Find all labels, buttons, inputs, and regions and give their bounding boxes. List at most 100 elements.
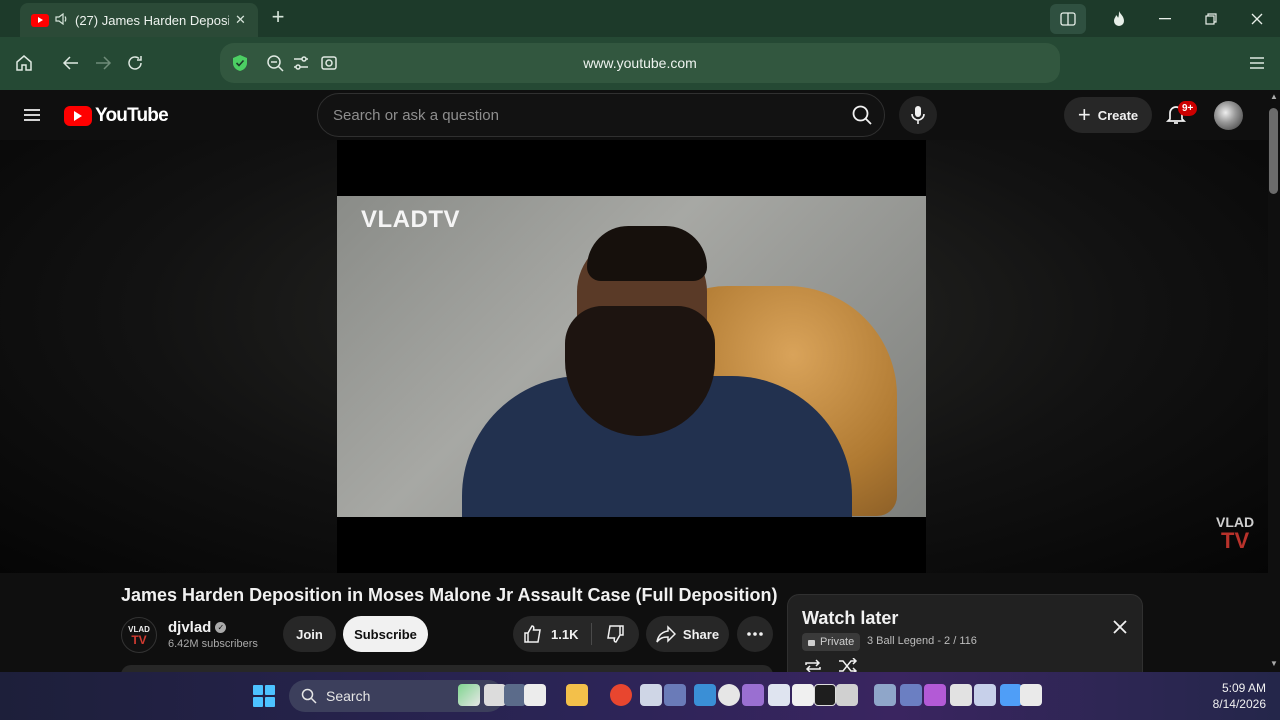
tab-close-icon[interactable]: ✕ xyxy=(235,12,246,28)
create-label: Create xyxy=(1097,107,1139,123)
home-icon[interactable] xyxy=(11,50,37,76)
watch-later-panel: Watch later Private 3 Ball Legend - 2 / … xyxy=(787,594,1143,675)
start-windows-icon[interactable] xyxy=(250,682,278,710)
app-icon-14[interactable] xyxy=(924,684,946,706)
file-explorer-icon[interactable] xyxy=(566,684,588,706)
plus-icon: + xyxy=(1077,102,1091,127)
app-icon-4[interactable] xyxy=(664,684,686,706)
account-avatar[interactable] xyxy=(1214,101,1243,130)
more-dots-icon xyxy=(747,632,763,636)
lock-icon xyxy=(808,640,815,646)
reload-icon[interactable] xyxy=(122,50,148,76)
video-watermark: VLADTV xyxy=(361,206,460,233)
sidebar-toggle-icon[interactable] xyxy=(1050,3,1086,34)
more-actions-button[interactable] xyxy=(737,616,773,652)
playlist-position: 3 Ball Legend - 2 / 116 xyxy=(867,635,977,647)
back-icon[interactable] xyxy=(58,50,84,76)
restore-icon[interactable] xyxy=(1188,0,1234,37)
close-window-icon[interactable] xyxy=(1234,0,1280,37)
video-frame[interactable]: VLADTV xyxy=(337,196,926,517)
app-icon-11[interactable] xyxy=(836,684,858,706)
guide-menu-icon[interactable] xyxy=(22,105,42,125)
taskbar-clock[interactable]: 5:09 AM 8/14/2026 xyxy=(1196,680,1266,712)
channel-avatar-bottom: TV xyxy=(131,633,147,647)
site-settings-icon[interactable] xyxy=(288,50,314,76)
shield-icon[interactable] xyxy=(227,50,253,76)
thumbs-up-icon xyxy=(524,625,541,643)
share-label: Share xyxy=(682,626,720,642)
like-count: 1.1K xyxy=(551,626,579,642)
thumbs-down-icon xyxy=(607,625,624,643)
menu-icon[interactable] xyxy=(1244,50,1270,76)
widgets-icon[interactable] xyxy=(458,684,480,706)
like-button[interactable]: 1.1K xyxy=(513,624,591,644)
privacy-badge: Private xyxy=(802,633,861,651)
app-icon-18[interactable] xyxy=(1020,684,1042,706)
clock-time: 5:09 AM xyxy=(1221,681,1266,695)
app-icon-6[interactable] xyxy=(718,684,740,706)
tab-title: (27) James Harden Deposition in Moses Ma… xyxy=(75,12,229,28)
app-icon-17[interactable] xyxy=(1000,684,1022,706)
youtube-play-icon xyxy=(64,106,92,126)
screenshot-icon[interactable] xyxy=(316,50,342,76)
share-arrow-icon xyxy=(656,625,676,643)
privacy-label: Private xyxy=(820,636,855,648)
app-icon-15[interactable] xyxy=(950,684,972,706)
app-icon-5[interactable] xyxy=(694,684,716,706)
taskbar-search-label: Search xyxy=(326,688,371,704)
app-icon-7[interactable] xyxy=(742,684,764,706)
join-button[interactable]: Join xyxy=(283,616,336,652)
subscribe-button[interactable]: Subscribe xyxy=(343,616,428,652)
create-button[interactable]: + Create xyxy=(1064,97,1152,133)
like-dislike-group: 1.1K xyxy=(513,616,639,652)
app-icon-1[interactable] xyxy=(484,684,506,706)
url-text[interactable]: www.youtube.com xyxy=(220,43,1060,83)
taskbar-search-icon xyxy=(301,688,317,704)
browser-app-icon[interactable] xyxy=(610,684,632,706)
window-controls xyxy=(1050,0,1280,37)
video-scene-hair xyxy=(587,226,707,281)
dislike-button[interactable] xyxy=(592,624,638,644)
youtube-wordmark: YouTube xyxy=(95,105,169,126)
search-button[interactable] xyxy=(843,97,881,133)
channel-avatar[interactable]: VLAD TV xyxy=(121,617,157,653)
youtube-logo[interactable]: YouTube xyxy=(64,105,169,127)
forward-icon[interactable] xyxy=(90,50,116,76)
speaker-icon[interactable] xyxy=(55,12,69,28)
app-icon-3[interactable] xyxy=(640,684,662,706)
loop-icon[interactable] xyxy=(804,659,822,673)
share-button[interactable]: Share xyxy=(646,616,729,652)
task-view-icon[interactable] xyxy=(504,684,526,706)
minimize-icon[interactable] xyxy=(1142,0,1188,37)
flame-icon[interactable] xyxy=(1096,0,1142,37)
app-icon-8[interactable] xyxy=(768,684,790,706)
video-title: James Harden Deposition in Moses Malone … xyxy=(121,585,778,605)
subscriber-count: 6.42M subscribers xyxy=(168,638,258,650)
app-icon-16[interactable] xyxy=(974,684,996,706)
scrollbar-thumb[interactable] xyxy=(1269,108,1278,194)
watermark-bottom: TV xyxy=(1221,528,1250,553)
new-tab-button[interactable]: + xyxy=(266,6,290,30)
scroll-up-icon[interactable]: ▲ xyxy=(1268,92,1280,101)
zoom-out-icon[interactable] xyxy=(262,50,288,76)
voice-search-button[interactable] xyxy=(899,96,937,134)
channel-name-link[interactable]: djvlad ✓ xyxy=(168,619,227,636)
address-bar[interactable]: www.youtube.com xyxy=(220,43,1060,83)
browser-tab[interactable]: (27) James Harden Deposition in Moses Ma… xyxy=(20,3,258,37)
search-box[interactable] xyxy=(317,93,885,137)
channel-watermark-logo[interactable]: VLAD TV xyxy=(1216,515,1254,552)
microphone-icon xyxy=(911,106,925,124)
app-icon-2[interactable] xyxy=(524,684,546,706)
clock-date: 8/14/2026 xyxy=(1212,697,1266,711)
close-playlist-icon[interactable] xyxy=(1110,619,1130,639)
watch-later-title[interactable]: Watch later xyxy=(802,608,898,629)
app-icon-10[interactable] xyxy=(814,684,836,706)
app-icon-9[interactable] xyxy=(792,684,814,706)
search-input[interactable] xyxy=(333,94,833,136)
notification-count-badge: 9+ xyxy=(1178,101,1198,116)
search-icon xyxy=(852,105,872,125)
app-icon-12[interactable] xyxy=(874,684,896,706)
verified-check-icon: ✓ xyxy=(215,622,227,633)
scroll-down-icon[interactable]: ▼ xyxy=(1268,659,1280,668)
app-icon-13[interactable] xyxy=(900,684,922,706)
